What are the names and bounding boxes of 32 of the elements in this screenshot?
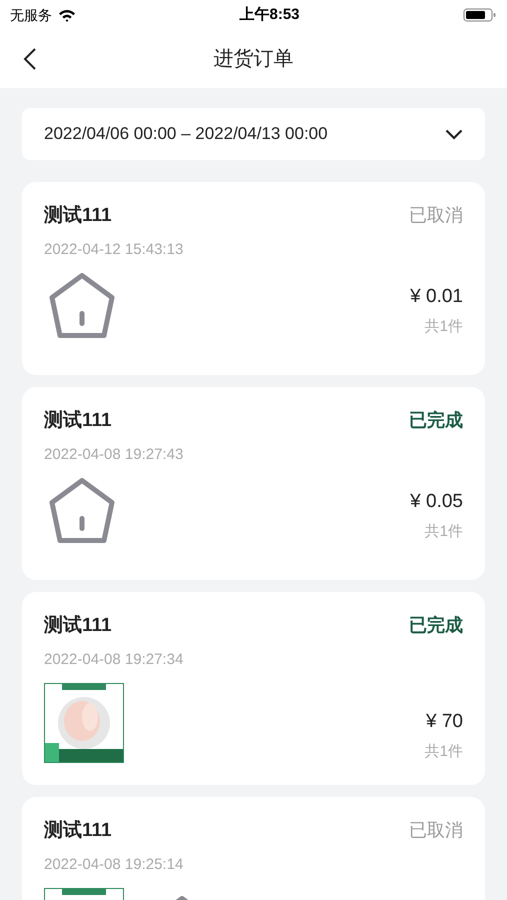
carrier-text: 无服务 — [10, 6, 52, 24]
order-card[interactable]: 测试111 已完成 2022-04-08 19:27:34 ¥ 70 共1件 — [22, 592, 485, 785]
order-name: 测试111 — [44, 204, 112, 228]
chevron-down-icon — [445, 128, 463, 140]
order-status: 已取消 — [409, 819, 463, 842]
order-time: 2022-04-08 19:25:14 — [44, 854, 184, 874]
page-title: 进货订单 — [214, 47, 294, 72]
item-count: 共1件 — [424, 316, 463, 336]
wifi-icon — [58, 8, 76, 22]
order-time: 2022-04-08 19:27:43 — [44, 444, 184, 464]
order-status: 已完成 — [409, 409, 463, 432]
order-name: 测试111 — [44, 819, 112, 843]
order-time: 2022-04-08 19:27:34 — [44, 650, 184, 670]
order-price: ¥ 70 — [426, 710, 463, 734]
order-status: 已取消 — [409, 204, 463, 227]
order-card[interactable]: 测试111 已完成 2022-04-08 19:27:43 ¥ 0.05 共1件 — [22, 387, 485, 580]
item-count: 共1件 — [424, 522, 463, 542]
order-price: ¥ 0.01 — [410, 285, 463, 309]
order-card[interactable]: 测试111 已取消 2022-04-08 19:25:14 — [22, 797, 485, 900]
house-icon — [49, 273, 115, 338]
order-price: ¥ 0.05 — [410, 490, 463, 514]
order-time: 2022-04-12 15:43:13 — [44, 240, 184, 260]
item-count: 共1件 — [424, 742, 463, 762]
house-icon — [49, 478, 115, 543]
date-range-picker[interactable]: 2022/04/06 00:00 – 2022/04/13 00:00 — [22, 108, 485, 160]
battery-icon — [463, 8, 497, 22]
order-status: 已完成 — [409, 614, 463, 637]
clock-text: 上午8:53 — [239, 4, 300, 25]
order-name: 测试111 — [44, 409, 112, 433]
back-icon — [23, 47, 37, 71]
order-card[interactable]: 测试111 已取消 2022-04-12 15:43:13 ¥ 0.01 共1件 — [22, 182, 485, 375]
order-name: 测试111 — [44, 614, 112, 638]
